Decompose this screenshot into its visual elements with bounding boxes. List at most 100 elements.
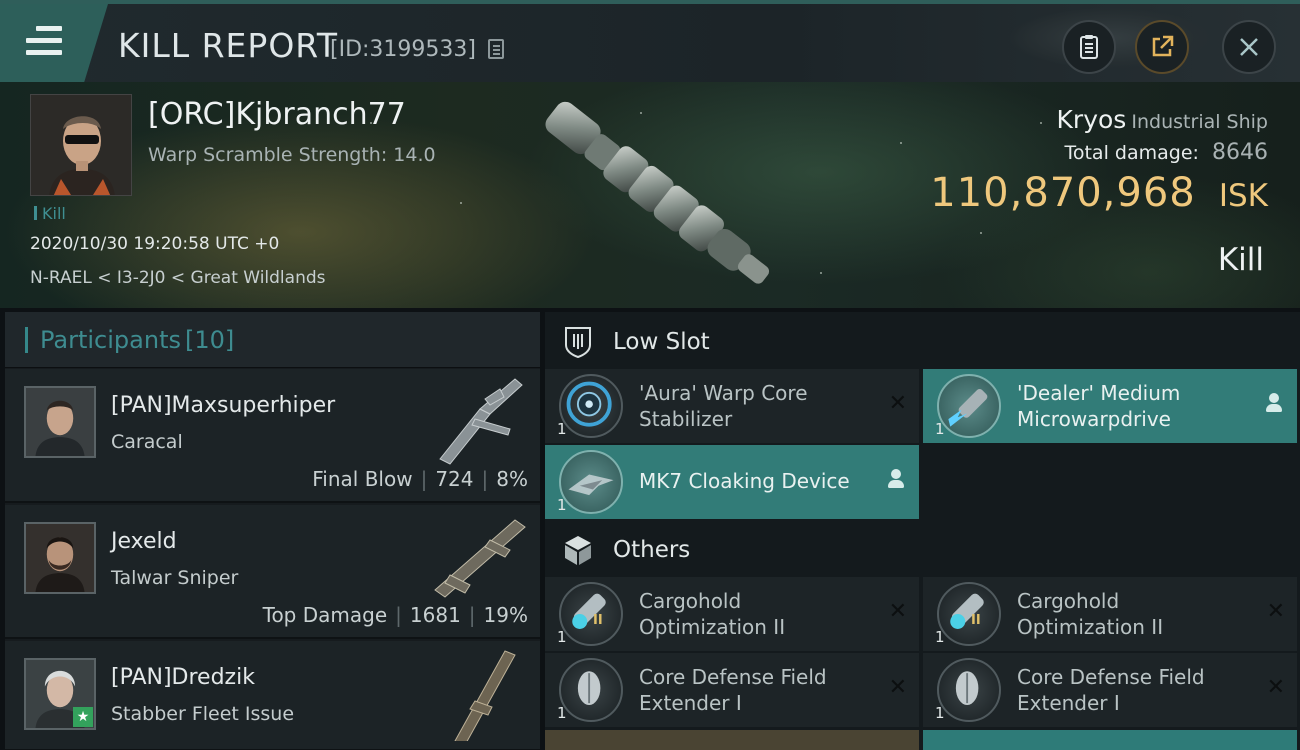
- victim-warp-scramble: Warp Scramble Strength: 14.0: [148, 144, 436, 166]
- others-label: Others: [613, 537, 691, 563]
- victim-ship-info: Kryos Industrial Ship: [1057, 105, 1268, 134]
- module-item[interactable]: 1 MK7 Cloaking Device: [545, 445, 919, 519]
- participant-row[interactable]: Jexeld Talwar Sniper Top Damage | 1681 | 19%: [5, 505, 540, 639]
- participant-ship-image: [454, 650, 516, 741]
- title-bar: KILL REPORT [ID:3199533]: [0, 0, 1300, 82]
- report-id: [ID:3199533]: [330, 37, 476, 62]
- module-item[interactable]: 1 Core Defense Field Extender I ✕: [545, 653, 919, 727]
- victim-location[interactable]: N-RAEL < I3-2J0 < Great Wildlands: [30, 268, 326, 288]
- participants-header: Participants [10]: [5, 312, 540, 368]
- module-item[interactable]: II 1 Cargohold Optimization II ✕: [923, 577, 1297, 651]
- victim-banner: [ORC]Kjbranch77 Warp Scramble Strength: …: [0, 82, 1300, 308]
- low-slot-header: Low Slot: [545, 314, 1300, 370]
- close-button[interactable]: [1222, 20, 1276, 74]
- share-icon: [1152, 35, 1174, 57]
- destroyed-x-icon: ✕: [1266, 599, 1285, 624]
- share-button[interactable]: [1135, 20, 1189, 74]
- menu-button[interactable]: [0, 4, 108, 82]
- warp-core-stabilizer-icon: [559, 374, 623, 438]
- participant-ship: Stabber Fleet Issue: [111, 703, 295, 725]
- kill-tag: Kill: [34, 204, 66, 223]
- participant-name[interactable]: [PAN]Dredzik: [111, 665, 255, 690]
- module-quantity: 1: [935, 628, 945, 646]
- participant-avatar[interactable]: [24, 522, 96, 594]
- victim-avatar[interactable]: [30, 94, 132, 196]
- person-icon: [1265, 393, 1283, 415]
- page-title: KILL REPORT: [118, 26, 338, 65]
- module-quantity: 1: [557, 704, 567, 722]
- victim-name[interactable]: [ORC]Kjbranch77: [148, 97, 406, 132]
- victim-ship-image: [545, 101, 770, 284]
- module-item[interactable]: 1 Core Defense Field Extender I ✕: [923, 653, 1297, 727]
- shield-extender-icon: [559, 658, 623, 722]
- module-quantity: 1: [557, 496, 567, 514]
- participants-count: [10]: [184, 325, 235, 354]
- victim-ship-name[interactable]: Kryos: [1057, 105, 1127, 134]
- total-damage-label: Total damage:: [1064, 142, 1199, 164]
- participant-ship: Talwar Sniper: [111, 567, 239, 589]
- participant-row[interactable]: [PAN]Maxsuperhiper Caracal Final Blow | 72…: [5, 369, 540, 503]
- participants-panel: Participants [10] [PAN]Maxsuperhiper Car…: [5, 312, 540, 750]
- tier-badge: II: [593, 613, 603, 628]
- module-item[interactable]: 1 'Aura' Warp Core Stabilizer ✕: [545, 369, 919, 443]
- star-badge-icon: ★: [73, 707, 93, 727]
- participant-stats: Top Damage | 1681 | 19%: [262, 603, 528, 627]
- module-name: Cargohold Optimization II: [639, 589, 786, 639]
- tier-badge: II: [971, 613, 981, 628]
- low-slot-label: Low Slot: [613, 329, 710, 355]
- participant-avatar[interactable]: [24, 386, 96, 458]
- module-item[interactable]: II 1 Cargohold Optimization II ✕: [545, 577, 919, 651]
- menu-icon: [26, 26, 62, 56]
- isk-amount: 110,870,968: [930, 170, 1196, 216]
- modules-panel: Low Slot 1 'Aura' Warp Core Stabilizer ✕…: [545, 312, 1300, 750]
- module-name: MK7 Cloaking Device: [639, 469, 850, 493]
- total-damage-value: 8646: [1212, 140, 1268, 165]
- participant-name[interactable]: Jexeld: [111, 529, 177, 554]
- participant-damage: 724: [435, 467, 474, 491]
- participant-name[interactable]: [PAN]Maxsuperhiper: [111, 393, 335, 418]
- microwarpdrive-icon: [937, 374, 1001, 438]
- participant-percent: 8%: [496, 467, 528, 491]
- participant-role: Top Damage: [262, 603, 388, 627]
- participant-ship-image: [434, 519, 526, 598]
- module-item[interactable]: [923, 730, 1297, 750]
- cloaking-device-icon: [559, 450, 623, 514]
- module-name: Core Defense Field Extender I: [639, 665, 827, 715]
- victim-datetime: 2020/10/30 19:20:58 UTC +0: [30, 234, 280, 254]
- clipboard-icon: [1080, 35, 1098, 59]
- module-name: Cargohold Optimization II: [1017, 589, 1164, 639]
- participant-damage: 1681: [409, 603, 461, 627]
- destroyed-x-icon: ✕: [1266, 675, 1285, 700]
- shield-slot-icon: [565, 327, 591, 359]
- module-quantity: 1: [557, 628, 567, 646]
- copy-icon[interactable]: [488, 39, 504, 59]
- module-quantity: 1: [557, 420, 567, 438]
- shield-extender-icon: [937, 658, 1001, 722]
- module-item[interactable]: [545, 730, 919, 750]
- participants-label: Participants: [40, 325, 181, 354]
- destroyed-x-icon: ✕: [888, 675, 907, 700]
- cargohold-optimization-icon: [559, 582, 623, 646]
- participant-role: Final Blow: [312, 467, 413, 491]
- module-quantity: 1: [935, 420, 945, 438]
- module-quantity: 1: [935, 704, 945, 722]
- participant-stats: Final Blow | 724 | 8%: [312, 467, 528, 491]
- participant-percent: 19%: [483, 603, 528, 627]
- participant-row[interactable]: ★ [PAN]Dredzik Stabber Fleet Issue: [5, 641, 540, 750]
- result-label: Kill: [1217, 242, 1264, 278]
- victim-ship-class: Industrial Ship: [1131, 111, 1268, 133]
- module-item[interactable]: 1 'Dealer' Medium Microwarpdrive: [923, 369, 1297, 443]
- destroyed-x-icon: ✕: [888, 391, 907, 416]
- participant-ship: Caracal: [111, 431, 183, 453]
- isk-value: 110,870,968 ISK: [930, 170, 1268, 216]
- module-name: 'Dealer' Medium Microwarpdrive: [1017, 381, 1181, 431]
- participant-avatar[interactable]: ★: [24, 658, 96, 730]
- destroyed-x-icon: ✕: [888, 599, 907, 624]
- participant-ship-image: [439, 378, 523, 465]
- clipboard-button[interactable]: [1062, 20, 1116, 74]
- module-name: 'Aura' Warp Core Stabilizer: [639, 381, 808, 431]
- isk-unit: ISK: [1218, 178, 1268, 214]
- others-header: Others: [545, 522, 1300, 578]
- person-icon: [887, 469, 905, 491]
- close-icon: [1240, 38, 1258, 56]
